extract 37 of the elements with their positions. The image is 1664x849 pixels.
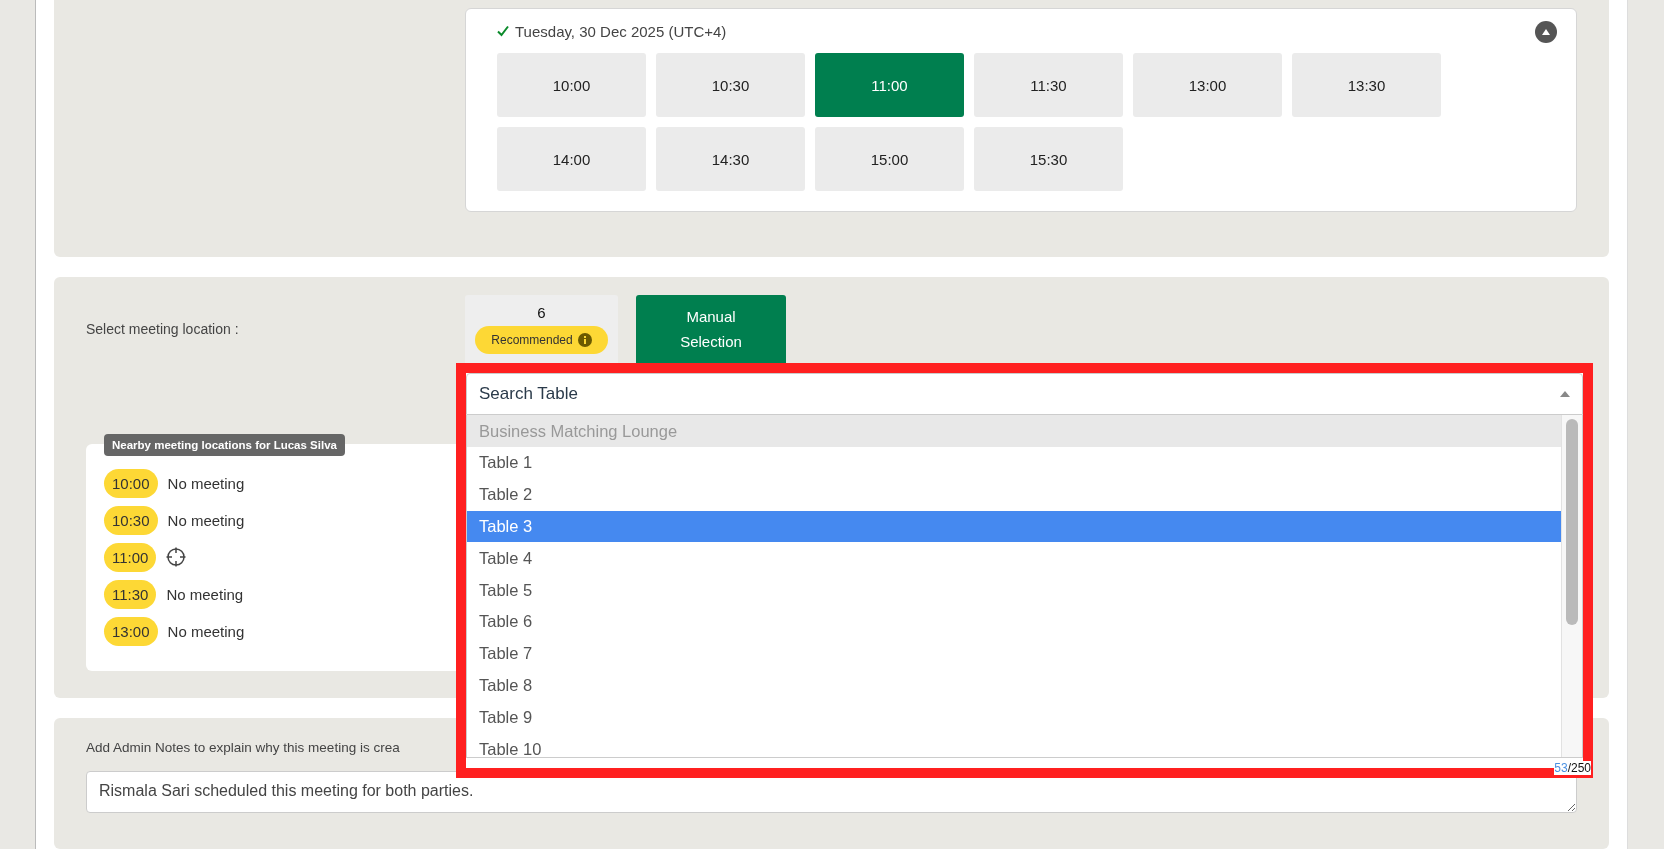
group-heading: Business Matching Lounge (467, 415, 1561, 447)
time-pill: 11:00 (104, 542, 157, 572)
notes-label: Add Admin Notes to explain why this meeting is crea (86, 740, 400, 755)
info-icon (577, 333, 592, 347)
time-slot-button[interactable]: 13:00 (1133, 53, 1282, 117)
time-pill: 11:30 (104, 579, 157, 609)
meeting-status: No meeting (167, 622, 245, 640)
time-slot-button[interactable]: 15:00 (815, 127, 964, 191)
time-pill: 13:00 (104, 616, 158, 646)
time-pill: 10:30 (104, 505, 158, 535)
caret-icon (1560, 391, 1570, 397)
time-slot-button[interactable]: 11:00 (815, 53, 964, 117)
recommended-pill: Recommended (475, 326, 608, 354)
recommended-tab[interactable]: 6 Recommended (465, 295, 618, 363)
time-slot-button[interactable]: 11:30 (974, 53, 1123, 117)
time-slot-button[interactable]: 14:30 (656, 127, 805, 191)
meeting-status: No meeting (167, 474, 245, 492)
manual-selection-tab[interactable]: Manual Selection (636, 295, 786, 363)
check-icon (497, 25, 509, 37)
time-slot-button[interactable]: 10:00 (497, 53, 646, 117)
recommended-count: 6 (537, 304, 546, 321)
time-pill: 10:00 (104, 468, 158, 498)
caret-icon (1541, 28, 1551, 36)
nearby-title: Nearby meeting locations for Lucas Silva (104, 434, 345, 456)
time-slot-button[interactable]: 14:00 (497, 127, 646, 191)
collapse-button[interactable] (1535, 21, 1557, 43)
time-slot-button[interactable]: 13:30 (1292, 53, 1441, 117)
scrollbar-thumb[interactable] (1566, 419, 1578, 625)
search-field[interactable]: Search Table (466, 373, 1583, 415)
date-heading: Tuesday, 30 Dec 2025 (UTC+4) (515, 22, 727, 40)
location-label: Select meeting location : (86, 321, 239, 337)
character-counter: 53/250 (1554, 761, 1591, 775)
time-slot-button[interactable]: 15:30 (974, 127, 1123, 191)
crosshair-icon (166, 547, 187, 567)
time-slot-button[interactable]: 10:30 (656, 53, 805, 117)
meeting-status: No meeting (166, 585, 244, 603)
meeting-status: No meeting (167, 511, 245, 529)
